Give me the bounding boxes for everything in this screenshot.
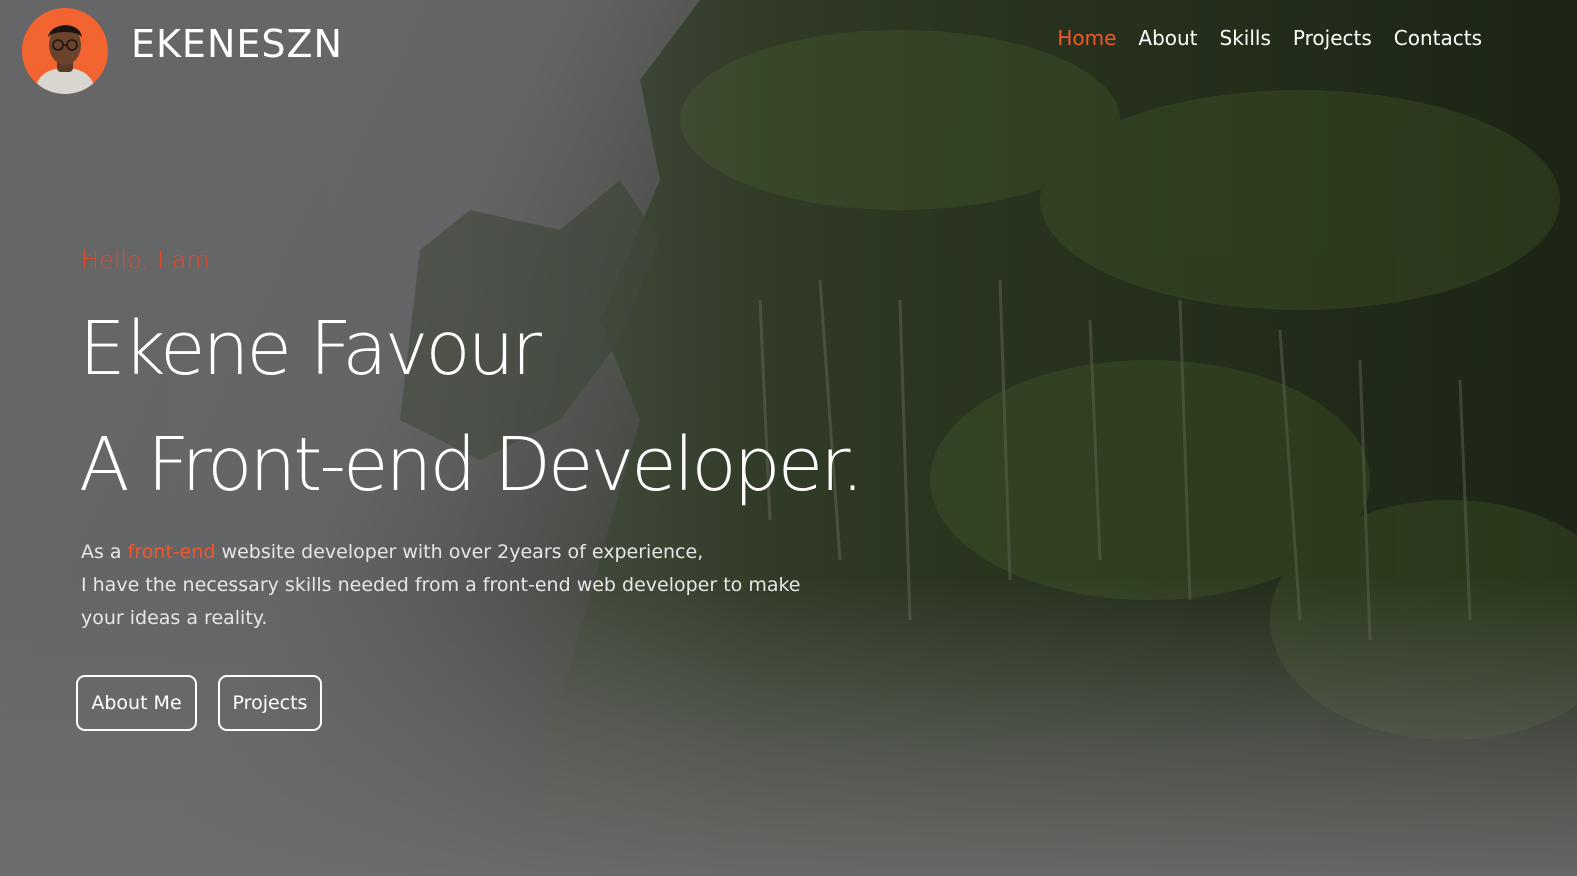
intro-highlight: front-end xyxy=(127,541,216,563)
nav-skills[interactable]: Skills xyxy=(1220,26,1271,50)
nav-contacts[interactable]: Contacts xyxy=(1394,26,1482,50)
hero-greeting: Hello, I am xyxy=(81,246,210,274)
intro-line-2: I have the necessary skills needed from … xyxy=(81,574,801,596)
profile-avatar[interactable] xyxy=(22,8,108,94)
main-nav: Home About Skills Projects Contacts xyxy=(1057,26,1482,50)
nav-projects[interactable]: Projects xyxy=(1293,26,1372,50)
projects-button[interactable]: Projects xyxy=(218,675,322,731)
intro-line-1: As a front-end website developer with ov… xyxy=(81,536,841,569)
intro-line-3: your ideas a reality. xyxy=(81,607,268,629)
hero-intro: As a front-end website developer with ov… xyxy=(81,536,841,635)
site-brand[interactable]: EKENESZN xyxy=(131,22,343,66)
person-icon xyxy=(22,8,108,94)
hero-role: A Front-end Developer. xyxy=(79,422,864,508)
nav-home[interactable]: Home xyxy=(1057,26,1116,50)
intro-prefix: As a xyxy=(81,541,128,563)
hero-name: Ekene Favour xyxy=(79,306,542,392)
nav-about[interactable]: About xyxy=(1138,26,1197,50)
site-header: EKENESZN Home About Skills Projects Cont… xyxy=(0,0,1577,96)
intro-line-1-rest: website developer with over 2years of ex… xyxy=(215,541,704,563)
about-me-button[interactable]: About Me xyxy=(76,675,197,731)
